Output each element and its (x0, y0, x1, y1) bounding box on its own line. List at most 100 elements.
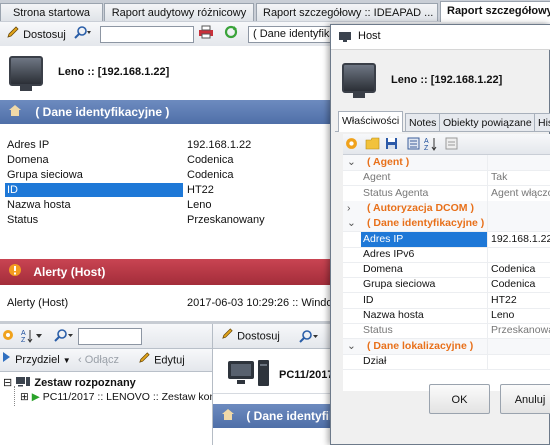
column-separator (487, 246, 488, 262)
property-grid: ⌄ ( Agent ) Agent Tak Status Agenta Agent włą… (343, 154, 550, 391)
search-icon[interactable] (54, 328, 76, 345)
gear-icon[interactable] (2, 329, 14, 344)
column-separator (487, 231, 488, 247)
save-icon[interactable] (385, 137, 398, 153)
property-row[interactable]: ID HT22 (343, 292, 550, 309)
alerts-section-header[interactable]: Alerty (Host) (0, 259, 335, 285)
alerts-section-title: Alerty (Host) (33, 265, 106, 279)
tree-root[interactable]: ⊟ Zestaw rozpoznany (3, 376, 136, 390)
computer-set-icon (15, 376, 31, 390)
chevron-down-icon[interactable]: ⌄ (347, 216, 356, 231)
property-category[interactable]: › ( Autoryzacja DCOM ) (343, 200, 550, 217)
printer-icon (198, 25, 214, 45)
property-row[interactable]: Adres IP 192.168.1.22 (343, 231, 550, 248)
detach-label: Odłącz (84, 354, 119, 366)
dropdown-arrow-icon: ▼ (62, 356, 71, 365)
tab-detail-report-ideapad[interactable]: Raport szczegółowy :: IDEAPAD ... (256, 3, 438, 21)
column-separator (487, 216, 488, 232)
column-separator (487, 353, 488, 369)
tab-related-objects[interactable]: Obiekty powiązane (439, 113, 536, 131)
edit-button[interactable]: Edytuj (138, 351, 185, 369)
property-row[interactable]: Agent Tak (343, 170, 550, 187)
tab-notes[interactable]: Notes (405, 113, 441, 131)
property-row[interactable]: Domena Codenica (343, 262, 550, 279)
property-key: Agent (363, 171, 391, 184)
pencil-icon (6, 25, 20, 45)
svg-text:Z: Z (424, 145, 429, 151)
property-row[interactable]: Status Agenta Agent włączony (343, 185, 550, 202)
property-pages-icon[interactable] (445, 137, 458, 153)
chevron-right-icon[interactable]: › (347, 201, 351, 216)
gear-icon[interactable] (345, 137, 358, 153)
dialog-title: Host (358, 30, 381, 42)
cancel-button[interactable]: Anuluj (500, 384, 550, 414)
refresh-icon (224, 25, 238, 45)
property-value: Codenica (491, 278, 536, 291)
tree-child[interactable]: ⊞ ▶ PC11/2017 :: LENOVO :: Zestaw kon (20, 391, 212, 403)
property-key: ( Dane identyfikacyjne ) (367, 217, 485, 230)
property-key: Nazwa hosta (363, 309, 424, 321)
alert-key: Alerty (Host) (7, 297, 69, 309)
dialog-grid-toolbar: AZ (343, 134, 550, 155)
pc-section-header[interactable]: ( Dane identyfikacyjne ) (213, 404, 335, 428)
categorized-icon[interactable] (407, 137, 420, 153)
sort-az-icon[interactable]: AZ (423, 136, 439, 154)
assign-button[interactable]: Przydziel ▼ (2, 351, 71, 369)
property-value: Przeskanowany (491, 324, 550, 337)
refresh-button[interactable] (224, 25, 238, 43)
tab-history[interactable]: Hist (534, 113, 550, 131)
column-separator (487, 277, 488, 293)
tree-connector (14, 386, 16, 406)
search-dropdown-button[interactable] (74, 25, 92, 43)
section-selector[interactable]: ( Dane identyfikacyjne (248, 26, 338, 43)
chevron-down-icon[interactable]: ⌄ (347, 339, 356, 354)
tree-search-input[interactable] (78, 328, 142, 345)
property-row[interactable]: Status Przeskanowany (343, 323, 550, 340)
ident-value: Leno (187, 199, 212, 211)
play-arrow-icon: ▶ (31, 391, 40, 403)
ident-key: Grupa sieciowa (7, 169, 83, 181)
warning-icon (8, 260, 22, 286)
assign-label: Przydziel (15, 354, 60, 366)
dialog-host-title: Leno :: [192.168.1.22] (391, 74, 503, 86)
search-input[interactable] (100, 26, 194, 43)
property-key: Grupa sieciowa (363, 278, 436, 291)
property-row[interactable]: Grupa sieciowa Codenica (343, 277, 550, 294)
ident-row-selected[interactable] (5, 183, 183, 197)
folder-icon[interactable] (365, 137, 380, 153)
ident-value: 192.168.1.22 (187, 139, 252, 151)
tab-properties[interactable]: Właściwości (338, 111, 404, 132)
tab-detail-report[interactable]: Raport szczegółowy (440, 1, 550, 22)
property-row[interactable]: Nazwa hosta Leno (343, 308, 550, 324)
tab-diff-audit-report[interactable]: Raport audytowy różnicowy (104, 3, 254, 21)
search-icon[interactable] (299, 329, 321, 346)
alert-value: 2017-06-03 10:29:26 :: Windows (187, 297, 346, 309)
property-category[interactable]: ⌄ ( Agent ) (343, 155, 550, 171)
property-value: Agent włączony (491, 186, 550, 199)
tab-start-page[interactable]: Strona startowa (0, 3, 103, 21)
property-category[interactable]: ⌄ ( Dane identyfikacyjne ) (343, 216, 550, 233)
property-row[interactable]: Dział (343, 353, 550, 370)
property-value: 192.168.1.22 (491, 232, 550, 245)
column-separator (487, 170, 488, 186)
property-category[interactable]: ⌄ ( Dane lokalizacyjne ) (343, 338, 550, 355)
lower-left-toolbar: AZ (0, 324, 212, 349)
column-separator (487, 323, 488, 339)
tree-root-label: Zestaw rozpoznany (34, 377, 136, 389)
ident-section-header[interactable]: ( Dane identyfikacyjne ) (0, 100, 335, 124)
property-row[interactable]: Adres IPv6 (343, 246, 550, 263)
assign-toolbar: Przydziel ▼ ‹ Odłącz Edytuj (0, 349, 212, 372)
detach-button[interactable]: ‹ Odłącz (78, 351, 119, 369)
svg-text:Z: Z (21, 337, 26, 343)
section-selector-value: ( Dane identyfikacyjne (253, 28, 337, 40)
sort-az-icon[interactable]: AZ (20, 328, 44, 346)
ok-button[interactable]: OK (429, 384, 490, 414)
print-button[interactable] (198, 25, 214, 43)
customize-button[interactable]: Dostosuj (6, 25, 66, 43)
back-icon: ‹ (78, 354, 82, 366)
expand-icon: ⊞ (20, 391, 29, 403)
chevron-down-icon[interactable]: ⌄ (347, 155, 356, 170)
ident-key: ID (7, 184, 18, 197)
dialog-titlebar[interactable]: Host (331, 25, 550, 50)
customize-button-2[interactable]: Dostosuj (221, 327, 280, 345)
